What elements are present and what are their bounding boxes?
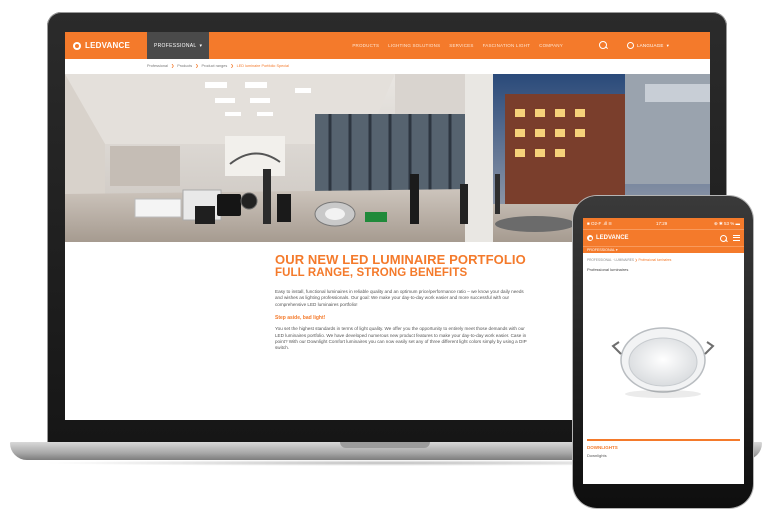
- article-content: OUR NEW LED LUMINAIRE PORTFOLIO FULL RAN…: [275, 253, 530, 352]
- menu-item-company[interactable]: COMPANY: [539, 43, 563, 48]
- carrier-signal: ■ O2-F .ıll ≋: [587, 220, 612, 226]
- breadcrumb-current: LED luminaire Portfolio Special: [236, 64, 289, 68]
- battery-status: ⊕ ✱ 53 % ▬: [713, 220, 740, 226]
- page-title: Professional luminaires: [587, 267, 629, 272]
- chevron-down-icon: ▾: [199, 42, 203, 49]
- phone-top-nav: LEDVANCE: [583, 229, 744, 246]
- category-title[interactable]: DOWNLIGHTS: [587, 445, 618, 450]
- breadcrumb-item[interactable]: Product ranges: [202, 64, 228, 68]
- breadcrumb: PROFESSIONAL · LUMINAIRES ❯ Professional…: [583, 253, 744, 262]
- desktop-top-nav: LEDVANCE PROFESSIONAL ▾ PRODUCTS LIGHTIN…: [65, 32, 710, 59]
- ledvance-logo-icon[interactable]: [587, 235, 593, 241]
- globe-icon: [626, 42, 634, 49]
- breadcrumb-current: Professional luminaires: [638, 258, 672, 262]
- menu-item-products[interactable]: PRODUCTS: [352, 43, 379, 48]
- logo-text: LEDVANCE: [85, 41, 131, 50]
- article-paragraph: You set the highest standards in terms o…: [275, 326, 527, 351]
- menu-item-fascination-light[interactable]: FASCINATION LIGHT: [483, 43, 531, 48]
- ledvance-logo[interactable]: LEDVANCE: [65, 32, 147, 59]
- language-label: LANGUAGE: [636, 43, 664, 48]
- chevron-right-icon: ❯: [230, 64, 234, 68]
- breadcrumb-item[interactable]: PROFESSIONAL · LUMINAIRES: [587, 258, 634, 262]
- breadcrumb-item[interactable]: Products: [177, 64, 192, 68]
- hamburger-menu-icon[interactable]: [733, 235, 740, 241]
- laptop-notch: [340, 442, 430, 448]
- main-menu: PRODUCTS LIGHTING SOLUTIONS SERVICES FAS…: [352, 43, 563, 48]
- category-subtitle: Downlights: [587, 453, 607, 458]
- phone-status-bar: ■ O2-F .ıll ≋ 17:29 ⊕ ✱ 53 % ▬: [583, 218, 744, 229]
- language-selector[interactable]: LANGUAGE ▾: [626, 42, 670, 49]
- article-heading: OUR NEW LED LUMINAIRE PORTFOLIO: [275, 252, 526, 267]
- chevron-right-icon: ❯: [195, 64, 199, 68]
- segment-label: PROFESSIONAL ▾: [587, 248, 618, 252]
- chevron-right-icon: ❯: [170, 64, 175, 68]
- logo-text[interactable]: LEDVANCE: [596, 235, 629, 241]
- segment-label: PROFESSIONAL: [154, 42, 197, 49]
- chevron-down-icon: ▾: [666, 42, 670, 48]
- segment-dropdown[interactable]: PROFESSIONAL ▾: [583, 246, 744, 253]
- status-time: 17:29: [656, 221, 668, 226]
- search-icon[interactable]: [720, 234, 727, 242]
- downlight-product-image[interactable]: [583, 288, 744, 438]
- section-divider: [587, 439, 740, 441]
- search-icon[interactable]: [598, 41, 608, 50]
- breadcrumb: Professional ❯ Products ❯ Product ranges…: [147, 63, 289, 68]
- article-subtitle: Step aside, bad light!: [275, 315, 326, 322]
- menu-item-services[interactable]: SERVICES: [449, 43, 473, 48]
- ledvance-logo-icon: [73, 41, 81, 50]
- article-paragraph: Easy to install, functional luminaires i…: [275, 289, 524, 307]
- article-subheading: FULL RANGE, STRONG BENEFITS: [275, 267, 468, 279]
- menu-item-lighting-solutions[interactable]: LIGHTING SOLUTIONS: [388, 43, 440, 48]
- breadcrumb-item[interactable]: Professional: [147, 64, 168, 68]
- phone-screen: ■ O2-F .ıll ≋ 17:29 ⊕ ✱ 53 % ▬ LEDVANCE …: [583, 218, 744, 484]
- segment-dropdown[interactable]: PROFESSIONAL ▾: [147, 32, 210, 59]
